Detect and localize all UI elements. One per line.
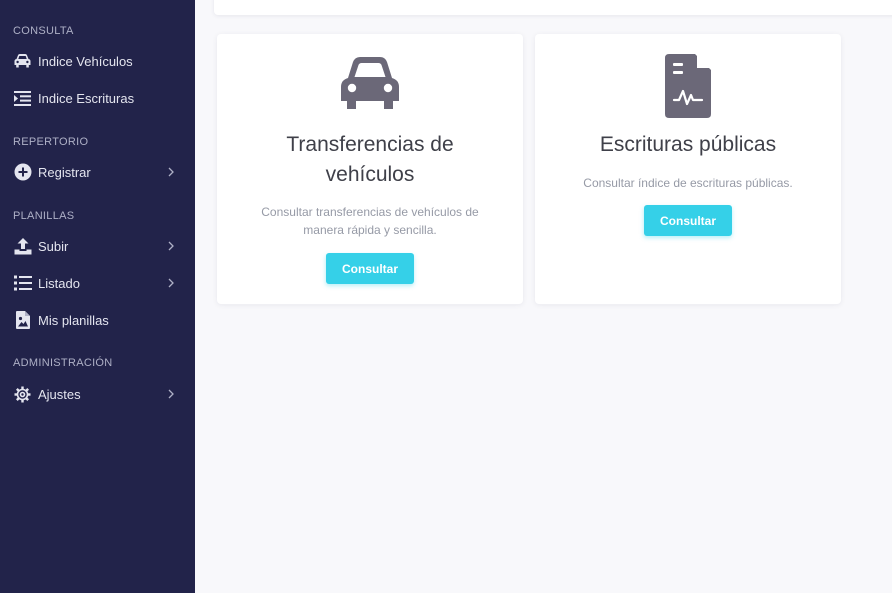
car-icon [217, 54, 523, 112]
plus-circle-icon [13, 163, 32, 182]
file-image-icon [13, 311, 32, 330]
sidebar-item-subir[interactable]: Subir [0, 231, 195, 261]
card-description-line: Consultar transferencias de vehículos de [261, 205, 479, 219]
section-title-consulta: CONSULTA [13, 25, 74, 37]
card-title: Escrituras públicas [555, 130, 821, 160]
chevron-right-icon [168, 389, 174, 399]
chevron-right-icon [168, 241, 174, 251]
consultar-escrituras-button[interactable]: Consultar [643, 205, 733, 236]
card-transferencias-vehiculos: Transferencias de vehículos Consultar tr… [217, 34, 523, 304]
section-title-administracion: ADMINISTRACIÓN [13, 357, 113, 369]
indent-list-icon [13, 89, 32, 108]
section-title-planillas: PLANILLAS [13, 210, 75, 222]
sidebar-item-label: Mis planillas [38, 312, 109, 328]
sidebar-item-label: Ajustes [38, 386, 81, 402]
card-description: Consultar índice de escrituras públicas. [565, 174, 811, 192]
sidebar-item-registrar[interactable]: Registrar [0, 157, 195, 187]
sidebar-item-indice-vehiculos[interactable]: Indice Vehículos [0, 46, 195, 76]
card-description-line: Consultar índice de escrituras públicas. [583, 176, 793, 190]
consultar-vehiculos-button[interactable]: Consultar [325, 253, 415, 284]
card-escrituras-publicas: Escrituras públicas Consultar índice de … [535, 34, 841, 304]
sidebar-item-ajustes[interactable]: Ajustes [0, 379, 195, 409]
car-icon [13, 52, 32, 71]
sidebar: CONSULTA Indice Vehículos Indice Escritu… [0, 0, 195, 593]
sidebar-item-label: Indice Escrituras [38, 90, 135, 106]
sidebar-item-label: Indice Vehículos [38, 53, 133, 69]
gear-icon [13, 385, 32, 404]
sidebar-item-label: Registrar [38, 164, 91, 180]
sidebar-item-listado[interactable]: Listado [0, 268, 195, 298]
card-description-line: manera rápida y sencilla. [303, 223, 437, 237]
section-title-repertorio: REPERTORIO [13, 136, 89, 148]
sidebar-item-label: Subir [38, 238, 69, 254]
card-title-line: vehículos [325, 163, 415, 186]
upload-icon [13, 237, 32, 256]
chevron-right-icon [168, 167, 174, 177]
sidebar-item-label: Listado [38, 275, 80, 291]
card-title: Transferencias de vehículos [237, 130, 503, 190]
sidebar-item-mis-planillas[interactable]: Mis planillas [0, 305, 195, 335]
sidebar-item-indice-escrituras[interactable]: Indice Escrituras [0, 83, 195, 113]
card-description: Consultar transferencias de vehículos de… [247, 203, 493, 239]
file-signature-icon [535, 54, 841, 118]
list-icon [13, 274, 32, 293]
top-bar [214, 0, 892, 15]
card-title-line: Transferencias de [286, 133, 454, 156]
chevron-right-icon [168, 278, 174, 288]
card-title-line: Escrituras públicas [599, 133, 777, 156]
main-content: Transferencias de vehículos Consultar tr… [195, 0, 892, 593]
